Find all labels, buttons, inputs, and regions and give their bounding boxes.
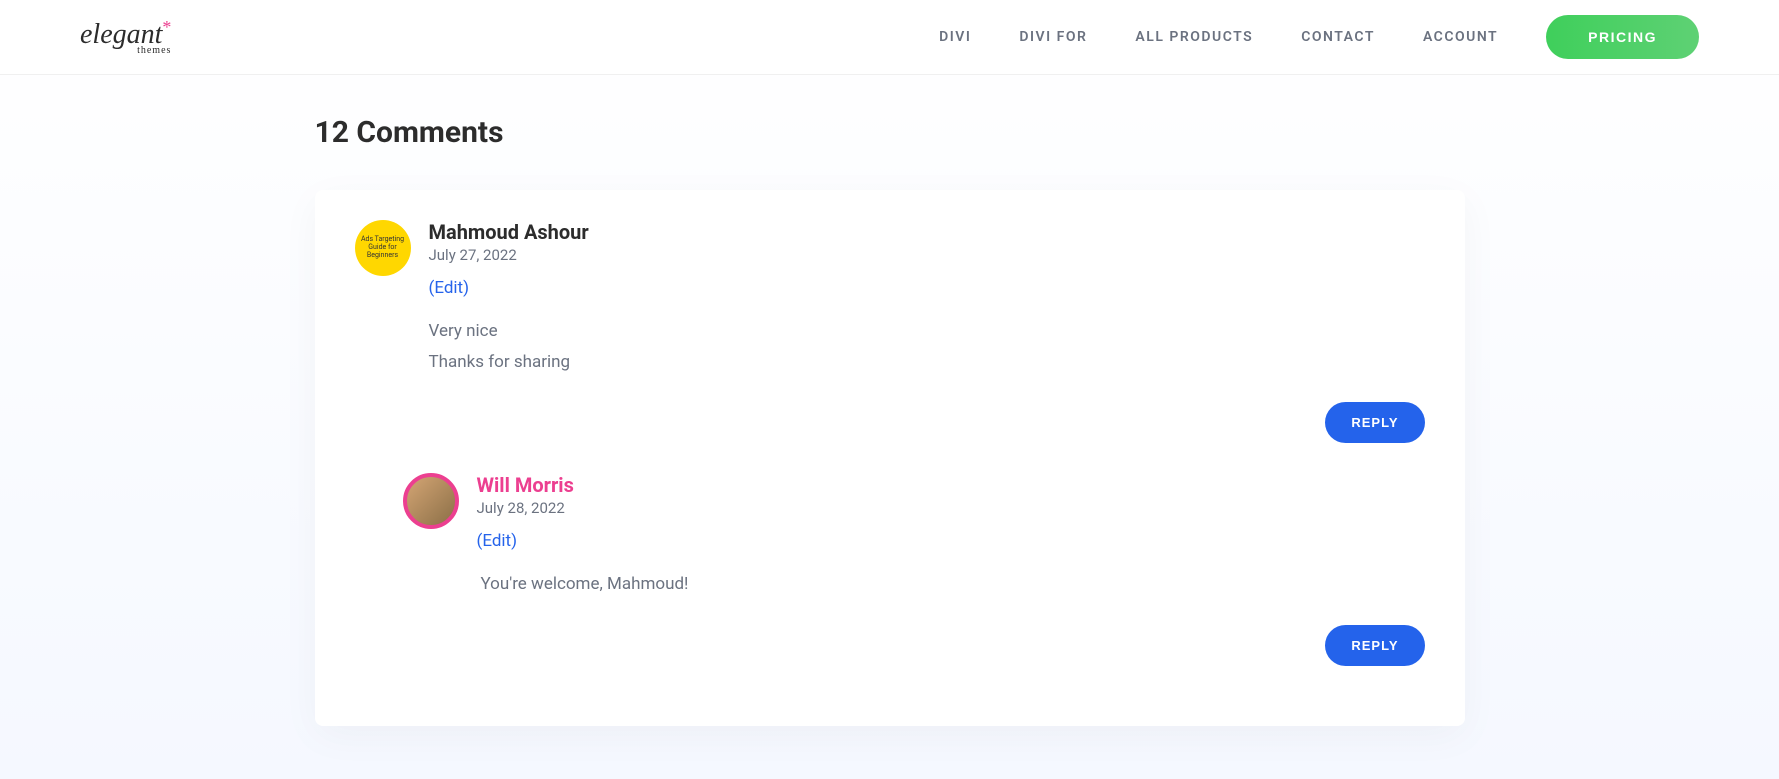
comment-author: Mahmoud Ashour xyxy=(429,220,1425,244)
comments-container: Ads Targeting Guide for Beginners Mahmou… xyxy=(315,190,1465,726)
comment-date: July 27, 2022 xyxy=(429,246,1425,264)
avatar-staff xyxy=(403,473,459,529)
comments-heading: 12 Comments xyxy=(315,115,1465,150)
nav-divi-for[interactable]: DIVI FOR xyxy=(1019,29,1087,45)
nav-account[interactable]: ACCOUNT xyxy=(1423,29,1498,45)
logo[interactable]: elegant* themes xyxy=(80,19,171,56)
avatar: Ads Targeting Guide for Beginners xyxy=(355,220,411,276)
avatar-text: Ads Targeting Guide for Beginners xyxy=(355,236,411,259)
reply-button[interactable]: REPLY xyxy=(1325,402,1424,443)
comment-body: Very nice Thanks for sharing xyxy=(429,316,1425,377)
logo-accent-icon: * xyxy=(162,17,171,37)
comment-text-line: You're welcome, Mahmoud! xyxy=(481,569,1425,600)
comment-header: Ads Targeting Guide for Beginners Mahmou… xyxy=(355,220,1425,298)
comment-meta: Mahmoud Ashour July 27, 2022 (Edit) xyxy=(429,220,1425,298)
comment-date: July 28, 2022 xyxy=(477,499,1425,517)
main-nav: DIVI DIVI FOR ALL PRODUCTS CONTACT ACCOU… xyxy=(939,15,1699,59)
reply-row: REPLY xyxy=(355,402,1425,443)
comment-meta: Will Morris July 28, 2022 (Edit) xyxy=(477,473,1425,551)
edit-link[interactable]: (Edit) xyxy=(477,531,518,551)
content-wrapper: 12 Comments Ads Targeting Guide for Begi… xyxy=(0,75,1779,766)
edit-link[interactable]: (Edit) xyxy=(429,278,470,298)
comment-text-line: Thanks for sharing xyxy=(429,347,1425,378)
site-header: elegant* themes DIVI DIVI FOR ALL PRODUC… xyxy=(0,0,1779,75)
nav-divi[interactable]: DIVI xyxy=(939,29,971,45)
comment-item-nested: Will Morris July 28, 2022 (Edit) You're … xyxy=(403,473,1425,666)
nav-contact[interactable]: CONTACT xyxy=(1301,29,1375,45)
comment-text-line: Very nice xyxy=(429,316,1425,347)
comment-author-staff[interactable]: Will Morris xyxy=(477,473,1425,497)
comment-header: Will Morris July 28, 2022 (Edit) xyxy=(403,473,1425,551)
comment-body: You're welcome, Mahmoud! xyxy=(481,569,1425,600)
nav-all-products[interactable]: ALL PRODUCTS xyxy=(1135,29,1253,45)
reply-row: REPLY xyxy=(403,625,1425,666)
reply-button[interactable]: REPLY xyxy=(1325,625,1424,666)
pricing-button[interactable]: PRICING xyxy=(1546,15,1699,59)
comment-item: Ads Targeting Guide for Beginners Mahmou… xyxy=(355,220,1425,666)
